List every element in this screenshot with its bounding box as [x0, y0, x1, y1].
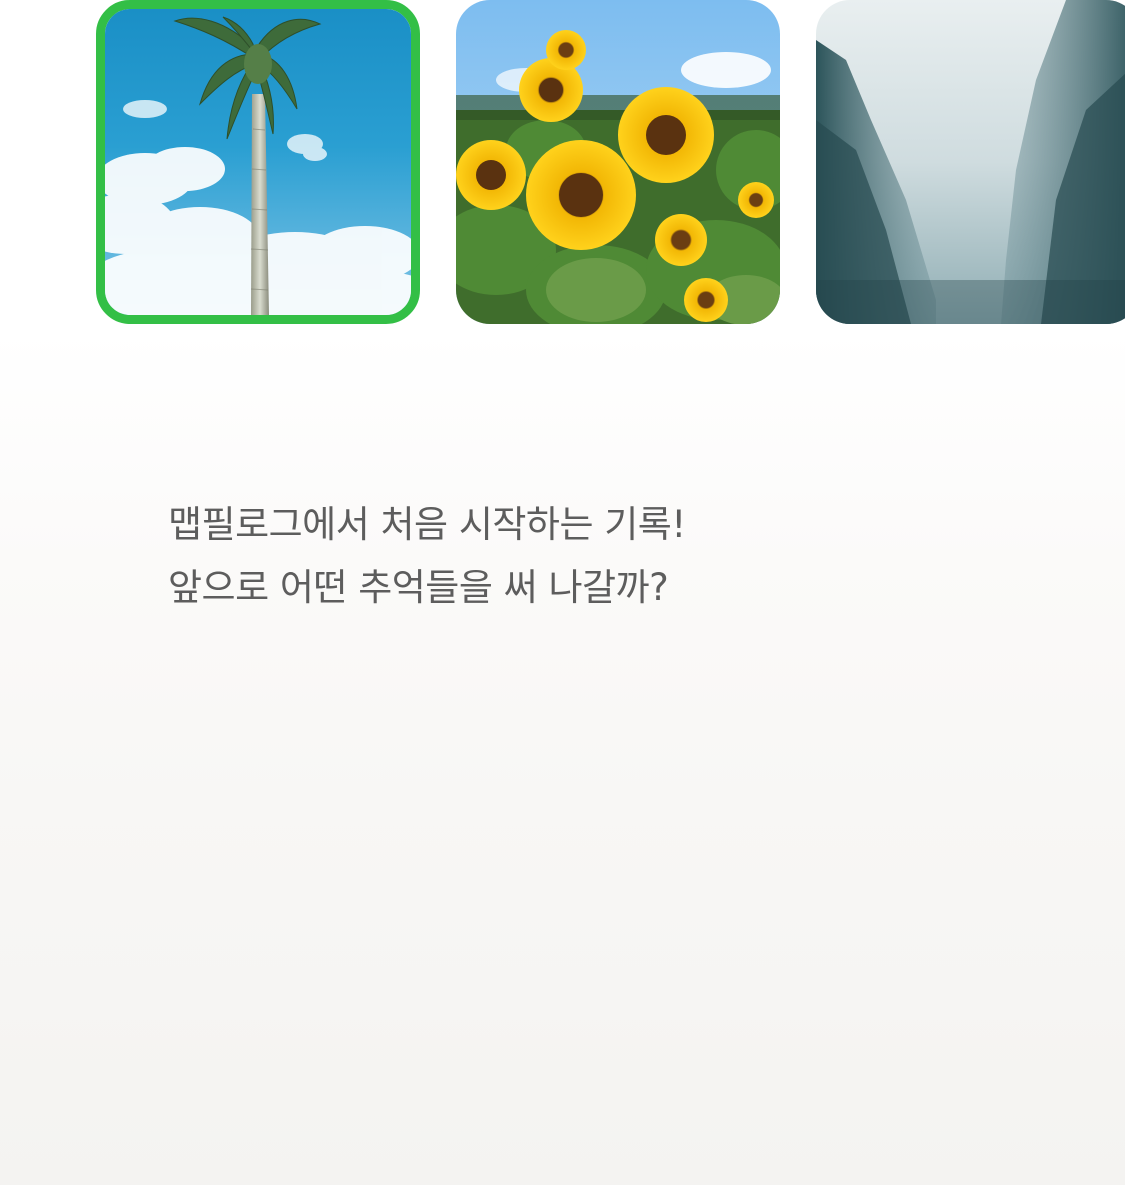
palm-tree-photo — [105, 9, 411, 315]
misty-forest-photo — [816, 0, 1125, 324]
sunflowers-photo — [456, 0, 780, 324]
intro-line-1: 맵필로그에서 처음 시작하는 기록! — [168, 503, 686, 546]
photo-card-sunflowers[interactable] — [456, 0, 780, 324]
intro-line-2: 앞으로 어떤 추억들을 써 나갈까? — [168, 566, 669, 609]
photo-carousel[interactable] — [0, 0, 1125, 330]
photo-card-palm-tree[interactable] — [96, 0, 420, 324]
intro-message: 맵필로그에서 처음 시작하는 기록! 앞으로 어떤 추억들을 써 나갈까? — [168, 493, 686, 619]
photo-card-misty-forest[interactable] — [816, 0, 1125, 324]
